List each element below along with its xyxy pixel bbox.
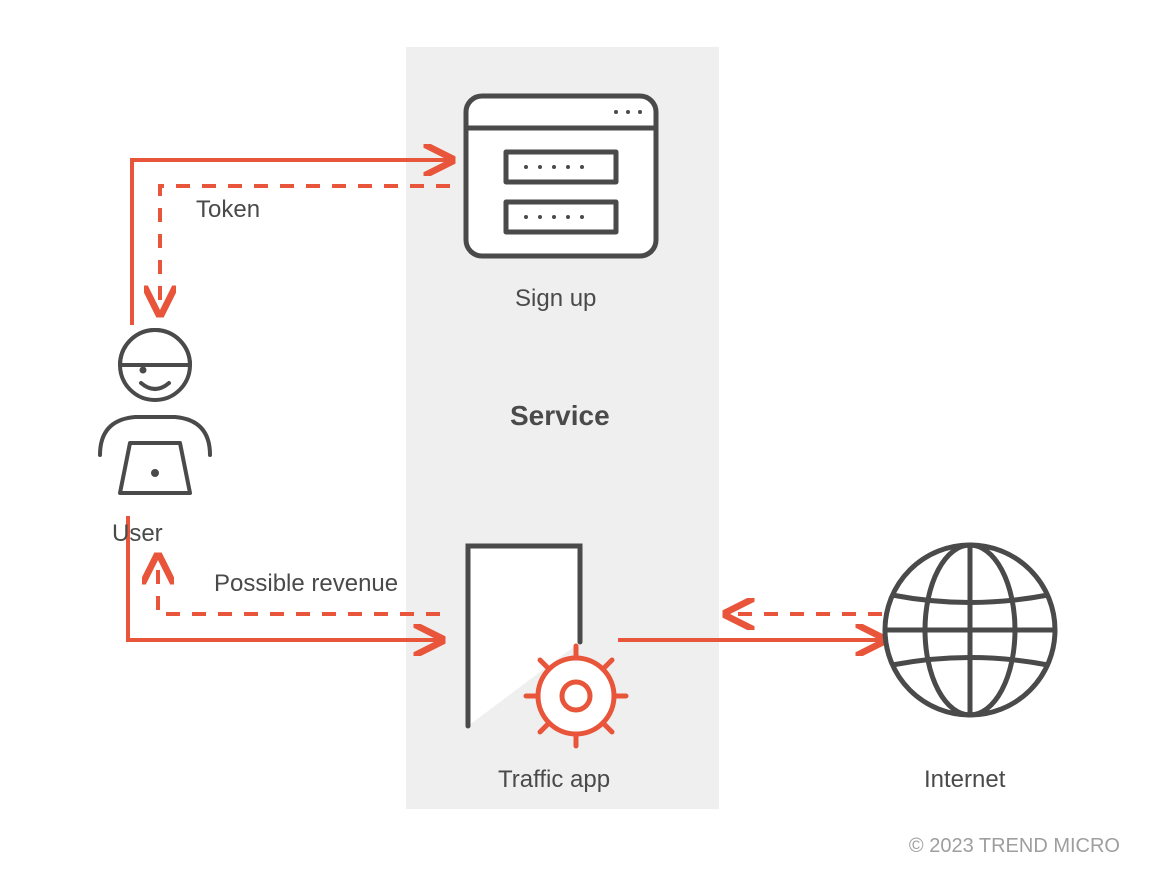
label-service: Service: [510, 400, 610, 432]
diagram-svg: [0, 0, 1160, 894]
signup-icon: [466, 96, 656, 256]
copyright-text: © 2023 TREND MICRO: [909, 835, 1120, 858]
label-internet: Internet: [924, 766, 1005, 794]
user-icon: [100, 330, 210, 493]
label-traffic-app: Traffic app: [498, 766, 610, 794]
label-token: Token: [196, 196, 260, 224]
label-signup: Sign up: [515, 285, 596, 313]
internet-icon: [885, 545, 1055, 715]
diagram-stage: Token User Sign up Service Possible reve…: [0, 0, 1160, 894]
label-user: User: [112, 520, 163, 548]
traffic-app-icon: [468, 546, 626, 746]
label-possible-revenue: Possible revenue: [214, 570, 398, 598]
